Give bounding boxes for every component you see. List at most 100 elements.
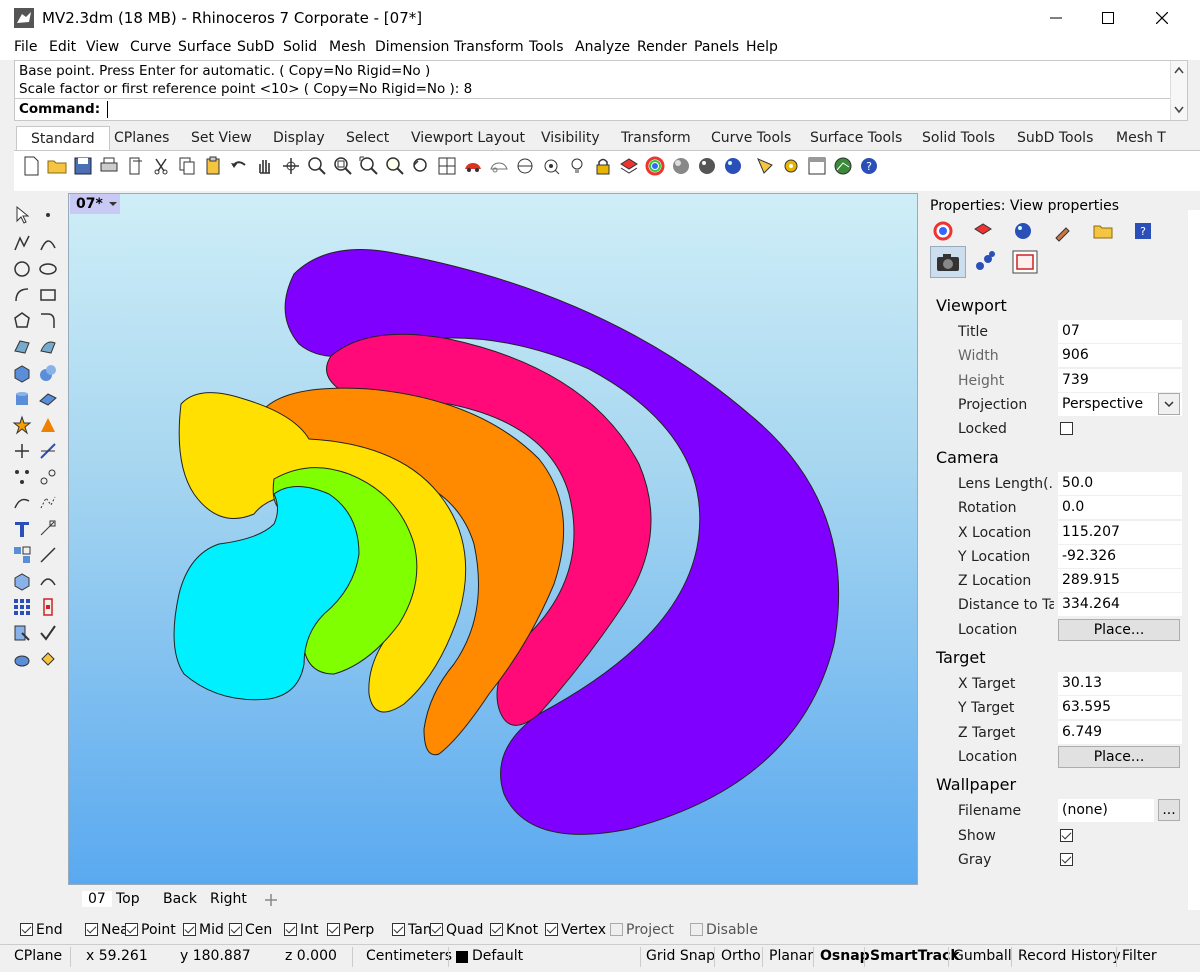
menu-solid[interactable]: Solid [283, 39, 317, 55]
tab-display[interactable]: Display [273, 130, 325, 146]
color-wheel-icon[interactable] [644, 155, 666, 177]
status-current-layer[interactable]: Default [472, 948, 523, 964]
named-views-icon[interactable] [974, 250, 996, 272]
trim-icon[interactable] [12, 441, 32, 461]
curve-icon[interactable] [38, 233, 58, 253]
camera-place-button[interactable]: Place... [1058, 619, 1180, 641]
menu-render[interactable]: Render [637, 39, 687, 55]
undo-icon[interactable] [228, 155, 250, 177]
gumball-icon[interactable] [38, 597, 58, 617]
menu-panels[interactable]: Panels [694, 39, 739, 55]
brush-icon[interactable] [1052, 220, 1074, 242]
zoom-selected-icon[interactable] [384, 155, 406, 177]
render-frame-icon[interactable] [1012, 250, 1038, 274]
folder-icon[interactable] [1092, 220, 1114, 242]
help-icon[interactable]: ? [858, 155, 880, 177]
viewport-title-tab[interactable]: 07* [70, 194, 120, 214]
viewport-tab-07[interactable]: 07 [82, 891, 112, 907]
osnap-vertex-checkbox[interactable] [545, 923, 558, 936]
rotation-field[interactable]: 0.0 [1058, 496, 1182, 519]
osnap-point-checkbox[interactable] [125, 923, 138, 936]
osnap-tan[interactable]: Tan [392, 922, 432, 938]
z-location-field[interactable]: 289.915 [1058, 569, 1182, 592]
tab-viewport-layout[interactable]: Viewport Layout [411, 130, 525, 146]
point-on-icon[interactable] [540, 155, 562, 177]
dimension-icon[interactable] [38, 519, 58, 539]
zoom-extents-icon[interactable] [358, 155, 380, 177]
menu-view[interactable]: View [86, 39, 119, 55]
osnap-disable-checkbox[interactable] [690, 923, 703, 936]
osnap-cen-checkbox[interactable] [229, 923, 242, 936]
rotate-view-icon[interactable] [280, 155, 302, 177]
status-filter[interactable]: Filter [1122, 948, 1157, 964]
perspective-viewport[interactable] [68, 193, 918, 885]
status-record-history[interactable]: Record History [1018, 948, 1121, 964]
osnap-mid-checkbox[interactable] [183, 923, 196, 936]
menu-mesh[interactable]: Mesh [329, 39, 366, 55]
scroll-up-icon[interactable] [1171, 63, 1187, 77]
car-render-icon[interactable] [462, 155, 484, 177]
pan-hand-icon[interactable] [254, 155, 276, 177]
status-grid-snap[interactable]: Grid Snap [646, 948, 715, 964]
arc-icon[interactable] [12, 285, 32, 305]
menu-surface[interactable]: Surface [178, 39, 231, 55]
menu-help[interactable]: Help [746, 39, 778, 55]
close-button[interactable] [1136, 0, 1188, 36]
osnap-cen[interactable]: Cen [229, 922, 272, 938]
z-target-field[interactable]: 6.749 [1058, 721, 1182, 744]
viewport-menu-chevron-icon[interactable] [107, 198, 119, 210]
maximize-button[interactable] [1082, 0, 1134, 36]
status-osnap[interactable]: Osnap [820, 948, 870, 964]
osnap-disable[interactable]: Disable [690, 922, 758, 938]
osnap-end-checkbox[interactable] [20, 923, 33, 936]
zoom-window-icon[interactable] [332, 155, 354, 177]
osnap-mid[interactable]: Mid [183, 922, 224, 938]
title-field[interactable]: 07 [1058, 320, 1182, 343]
tab-surface-tools[interactable]: Surface Tools [810, 130, 902, 146]
mesh-plane-icon[interactable] [38, 389, 58, 409]
surface-edge-icon[interactable] [38, 337, 58, 357]
point-icon[interactable] [38, 205, 58, 225]
rhino-web-icon[interactable] [832, 155, 854, 177]
light-bulb-icon[interactable] [566, 155, 588, 177]
control-points-icon[interactable] [12, 467, 32, 487]
material-sphere-icon[interactable] [1012, 220, 1034, 242]
toolbar-layout-icon[interactable] [806, 155, 828, 177]
osnap-near-checkbox[interactable] [85, 923, 98, 936]
layer-icon[interactable] [972, 220, 994, 242]
tab-set-view[interactable]: Set View [191, 130, 252, 146]
paste-icon[interactable] [202, 155, 224, 177]
wireframe-car-icon[interactable] [488, 155, 510, 177]
layer-color-swatch[interactable] [456, 951, 468, 963]
tab-solid-tools[interactable]: Solid Tools [922, 130, 995, 146]
lens-length-field[interactable]: 50.0 [1058, 472, 1182, 495]
osnap-project-checkbox[interactable] [610, 923, 623, 936]
osnap-project[interactable]: Project [610, 922, 674, 938]
sphere-icon[interactable] [38, 363, 58, 383]
polygon-icon[interactable] [12, 311, 32, 331]
zoom-icon[interactable] [306, 155, 328, 177]
minimize-button[interactable] [1030, 0, 1082, 36]
menu-transform[interactable]: Transform [454, 39, 524, 55]
y-location-field[interactable]: -92.326 [1058, 545, 1182, 568]
tab-mesh-tools[interactable]: Mesh T [1116, 130, 1166, 146]
command-input[interactable] [107, 101, 108, 118]
target-place-button[interactable]: Place... [1058, 746, 1180, 768]
polyline-icon[interactable] [12, 233, 32, 253]
spotlight-icon[interactable] [754, 155, 776, 177]
copy-icon[interactable] [176, 155, 198, 177]
four-viewports-icon[interactable] [436, 155, 458, 177]
status-planar[interactable]: Planar [769, 948, 813, 964]
split-icon[interactable] [38, 441, 58, 461]
loft-icon[interactable] [38, 571, 58, 591]
osnap-perp[interactable]: Perp [327, 922, 374, 938]
locked-checkbox[interactable] [1060, 422, 1073, 435]
new-file-icon[interactable] [20, 155, 42, 177]
paint-bucket-icon[interactable] [38, 649, 58, 669]
viewport-tab-top[interactable]: Top [116, 891, 140, 907]
open-file-icon[interactable] [46, 155, 68, 177]
menu-curve[interactable]: Curve [130, 39, 171, 55]
undo-view-icon[interactable] [410, 155, 432, 177]
menu-file[interactable]: File [14, 39, 37, 55]
help-icon[interactable]: ? [1132, 220, 1154, 242]
